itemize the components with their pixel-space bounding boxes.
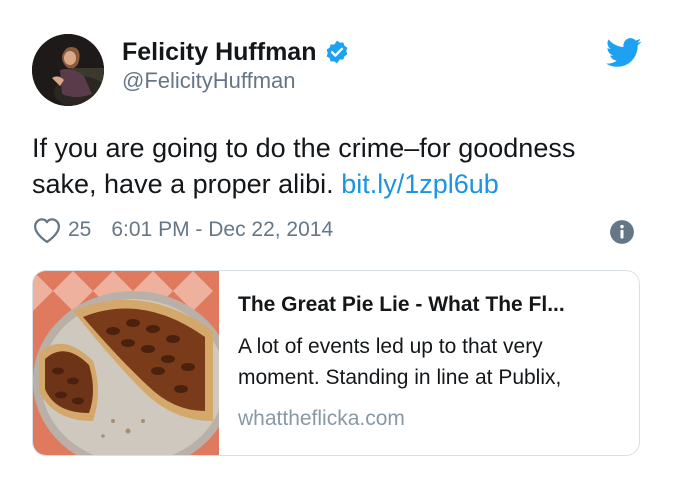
heart-icon[interactable]	[32, 216, 62, 244]
tweet-text-line: sake, have a proper alibi. bit.ly/1zpl6u…	[32, 166, 642, 202]
tweet-timestamp[interactable]: 6:01 PM - Dec 22, 2014	[111, 218, 333, 242]
like-count: 25	[68, 218, 92, 241]
twitter-bird-icon[interactable]	[606, 38, 642, 68]
card-title[interactable]: The Great Pie Lie - What The Fl...	[238, 293, 626, 317]
tweet-text: If you are going to do the crime–for goo…	[32, 130, 642, 202]
tweet-text-fragment: sake, have a proper alibi.	[32, 169, 334, 199]
card-description-line: moment. Standing in line at Publix,	[238, 366, 562, 389]
author-display-name[interactable]: Felicity Huffman	[122, 38, 316, 67]
tweet-embed: Felicity Huffman @FelicityHuffman If you…	[0, 0, 677, 485]
tweet-text-line: If you are going to do the crime–for goo…	[32, 133, 576, 163]
info-icon[interactable]	[609, 219, 635, 245]
avatar[interactable]	[32, 34, 104, 106]
verified-badge-icon	[324, 39, 350, 65]
author-name-row: Felicity Huffman	[122, 36, 350, 68]
card-description-line: A lot of events led up to that very	[238, 335, 543, 358]
link-preview-card[interactable]: The Great Pie Lie - What The Fl... A lot…	[32, 270, 640, 456]
author-handle[interactable]: @FelicityHuffman	[122, 68, 296, 94]
card-description: A lot of events led up to that very mome…	[238, 331, 626, 393]
card-domain[interactable]: whattheflicka.com	[238, 407, 405, 431]
tweet-link[interactable]: bit.ly/1zpl6ub	[341, 169, 499, 199]
card-thumbnail	[33, 271, 219, 455]
tweet-meta: 25 6:01 PM - Dec 22, 2014	[32, 214, 333, 246]
